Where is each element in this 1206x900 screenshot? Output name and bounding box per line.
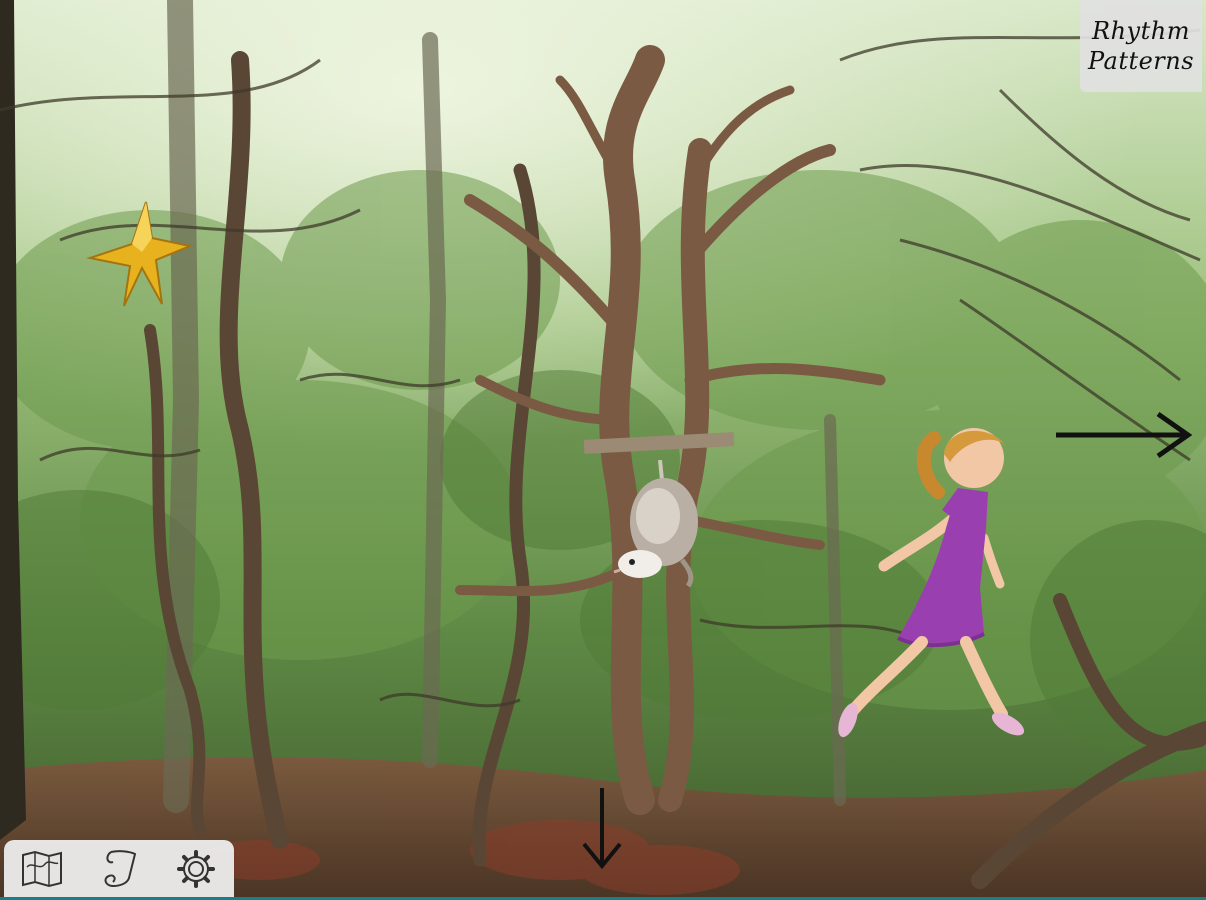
title-line-1: Rhythm <box>1092 17 1190 45</box>
map-icon <box>22 850 63 888</box>
arrow-right-nav[interactable] <box>1054 410 1194 460</box>
girl-character[interactable] <box>838 418 1034 748</box>
bottom-toolbar <box>4 840 234 898</box>
game-scene: Rhythm Patterns <box>0 0 1206 900</box>
map-button[interactable] <box>18 845 66 893</box>
scroll-icon <box>104 850 137 888</box>
title-line-2: Patterns <box>1087 47 1195 75</box>
arrow-down-nav[interactable] <box>580 786 624 870</box>
rhythm-patterns-button[interactable]: Rhythm Patterns <box>1080 0 1202 92</box>
settings-button[interactable] <box>172 845 220 893</box>
gold-star-collectible[interactable] <box>86 196 200 310</box>
scroll-button[interactable] <box>95 845 143 893</box>
gear-icon <box>176 850 215 888</box>
hanging-opossum[interactable] <box>612 460 712 590</box>
